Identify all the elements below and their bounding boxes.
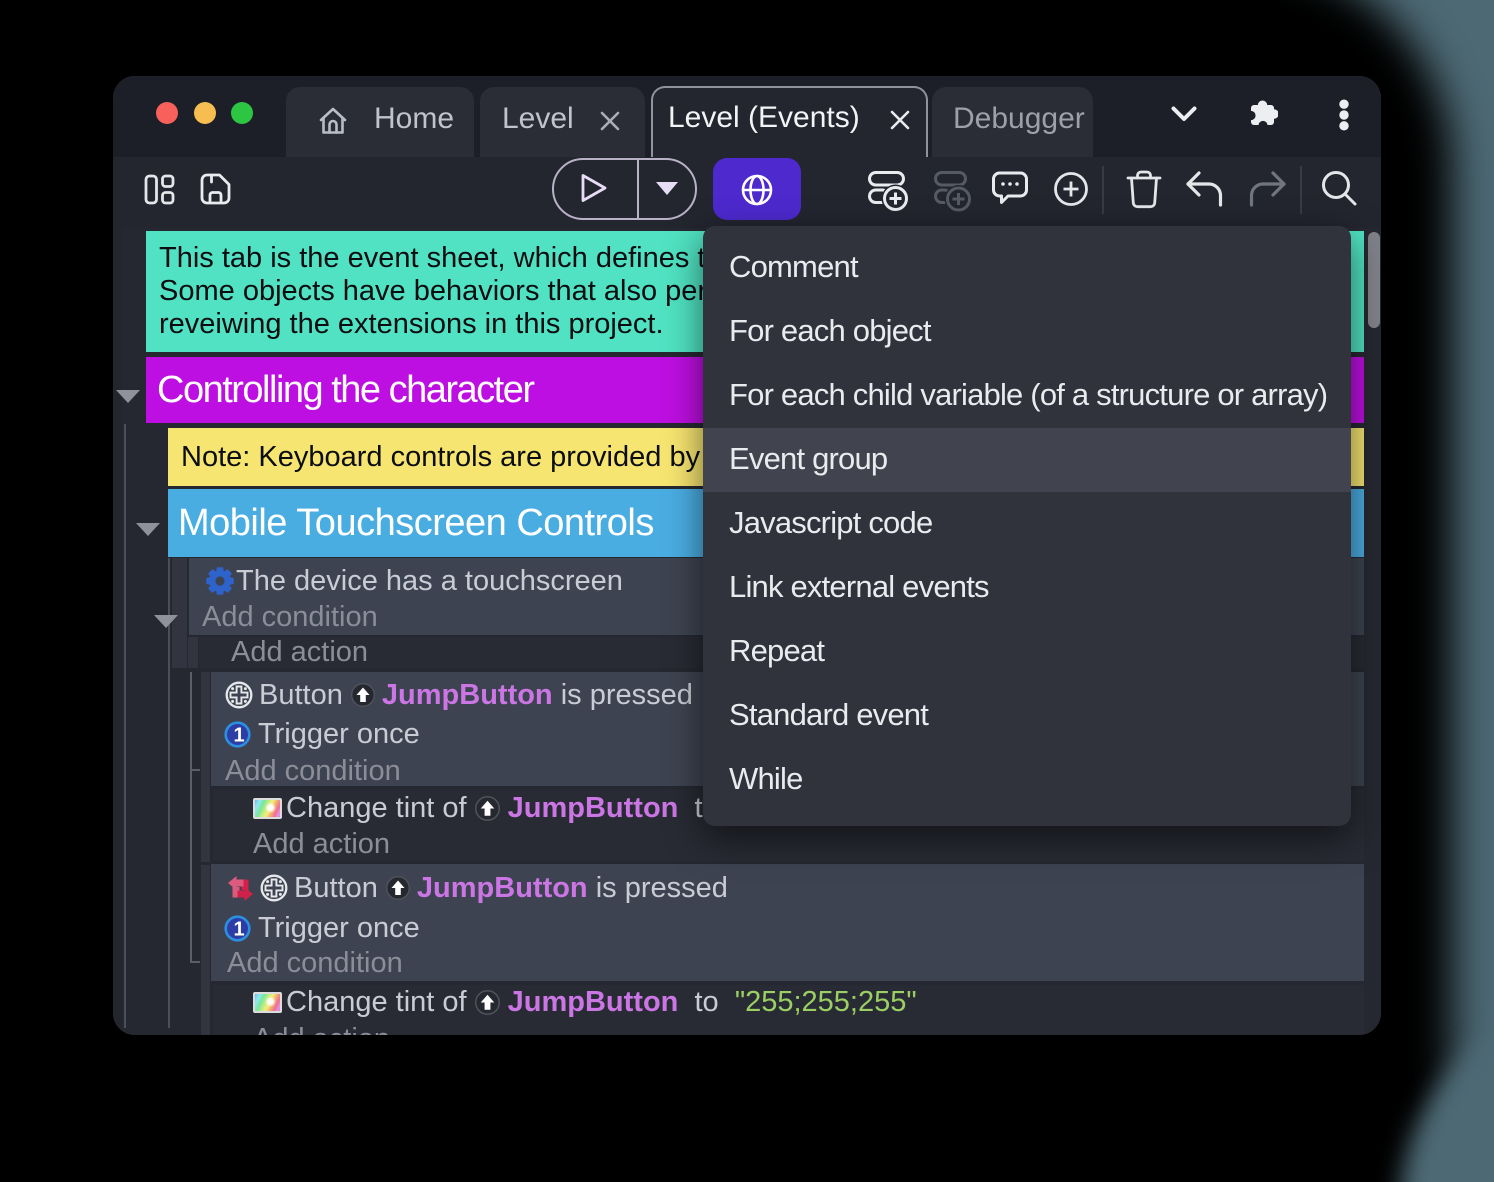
svg-text:1: 1 xyxy=(234,724,245,746)
svg-text:1: 1 xyxy=(234,918,245,940)
